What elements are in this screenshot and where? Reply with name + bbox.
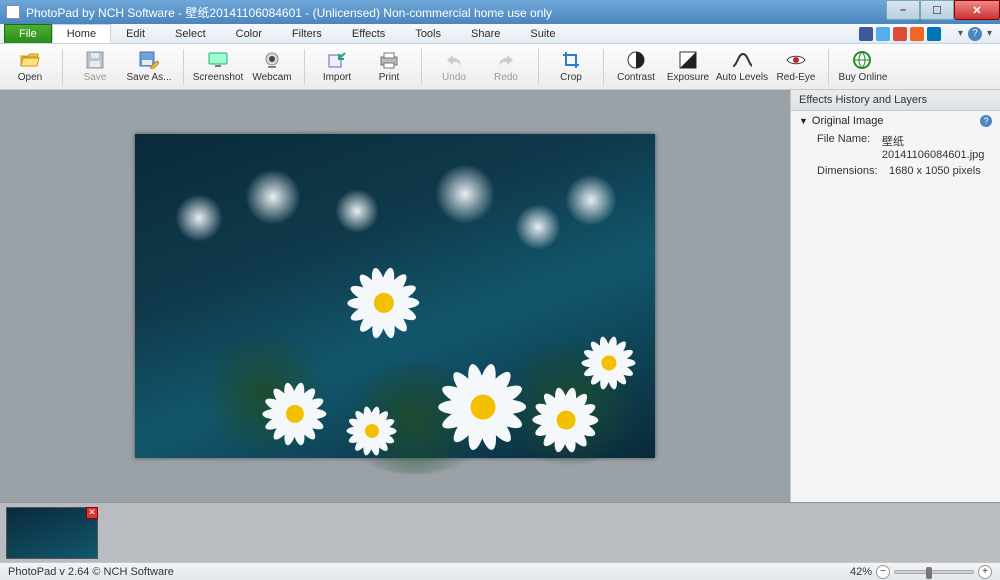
open-button[interactable]: Open [4, 45, 56, 89]
zoom-percent: 42% [850, 566, 872, 578]
help-icon[interactable]: ? [968, 27, 982, 41]
menu-dropdown-icon[interactable]: ▾ [956, 28, 965, 39]
tree-node-original[interactable]: ▼ Original Image ? [791, 111, 1000, 131]
window-titlebar: PhotoPad by NCH Software - 壁纸20141106084… [0, 0, 1000, 24]
printer-icon [379, 50, 399, 70]
webcam-button[interactable]: Webcam [246, 45, 298, 89]
help-dropdown-icon[interactable]: ▾ [985, 28, 994, 39]
crop-label: Crop [560, 72, 582, 83]
buy-online-button[interactable]: Buy Online [835, 45, 891, 89]
window-title: PhotoPad by NCH Software - 壁纸20141106084… [26, 4, 886, 21]
zoom-slider[interactable] [894, 570, 974, 574]
eye-icon [786, 50, 806, 70]
bell-curve-icon [732, 50, 752, 70]
rss-icon[interactable] [910, 27, 924, 41]
status-bar: PhotoPad v 2.64 © NCH Software 42% − + [0, 562, 1000, 580]
window-maximize-button[interactable] [920, 0, 954, 20]
app-icon [6, 5, 20, 19]
floppy-icon [85, 50, 105, 70]
menu-tab-suite[interactable]: Suite [515, 24, 570, 43]
redo-button[interactable]: Redo [480, 45, 532, 89]
zoom-controls: 42% − + [850, 565, 992, 579]
collapse-triangle-icon: ▼ [799, 116, 808, 126]
menu-tab-edit[interactable]: Edit [111, 24, 160, 43]
undo-button[interactable]: Undo [428, 45, 480, 89]
exposure-icon [678, 50, 698, 70]
window-close-button[interactable] [954, 0, 1000, 20]
menu-tab-select[interactable]: Select [160, 24, 221, 43]
auto-levels-label: Auto Levels [716, 72, 768, 83]
side-panel: Effects History and Layers ▼ Original Im… [790, 90, 1000, 502]
print-button[interactable]: Print [363, 45, 415, 89]
webcam-icon [262, 50, 282, 70]
redo-icon [496, 50, 516, 70]
thumbnail-item[interactable]: ✕ [6, 507, 98, 559]
thumbnail-strip: ✕ [0, 502, 1000, 562]
redo-label: Redo [494, 72, 518, 83]
undo-icon [444, 50, 464, 70]
google-plus-icon[interactable] [893, 27, 907, 41]
prop-dimensions: Dimensions: 1680 x 1050 pixels [791, 163, 1000, 179]
globe-cart-icon [853, 50, 873, 70]
crop-button[interactable]: Crop [545, 45, 597, 89]
print-label: Print [379, 72, 400, 83]
contrast-button[interactable]: Contrast [610, 45, 662, 89]
open-label: Open [18, 72, 42, 83]
contrast-label: Contrast [617, 72, 655, 83]
zoom-out-button[interactable]: − [876, 565, 890, 579]
prop-filename-key: File Name: [817, 133, 872, 161]
red-eye-label: Red-Eye [777, 72, 816, 83]
screenshot-label: Screenshot [193, 72, 244, 83]
prop-dimensions-key: Dimensions: [817, 165, 879, 177]
menu-tab-tools[interactable]: Tools [400, 24, 456, 43]
canvas-viewport[interactable] [0, 90, 790, 502]
menu-tab-share[interactable]: Share [456, 24, 515, 43]
twitter-icon[interactable] [876, 27, 890, 41]
save-button[interactable]: Save [69, 45, 121, 89]
auto-levels-button[interactable]: Auto Levels [714, 45, 770, 89]
menu-tab-effects[interactable]: Effects [337, 24, 400, 43]
floppy-pencil-icon [139, 50, 159, 70]
red-eye-button[interactable]: Red-Eye [770, 45, 822, 89]
toolbar: Open Save Save As... Screenshot Webcam I… [0, 44, 1000, 90]
screenshot-button[interactable]: Screenshot [190, 45, 246, 89]
main-area: Effects History and Layers ▼ Original Im… [0, 90, 1000, 502]
import-button[interactable]: Import [311, 45, 363, 89]
zoom-in-button[interactable]: + [978, 565, 992, 579]
prop-dimensions-value: 1680 x 1050 pixels [889, 165, 981, 177]
crop-icon [561, 50, 581, 70]
import-arrow-icon [327, 50, 347, 70]
panel-header: Effects History and Layers [791, 90, 1000, 111]
menu-tab-home[interactable]: Home [52, 24, 111, 43]
save-label: Save [84, 72, 107, 83]
tree-node-label: Original Image [812, 115, 884, 127]
prop-filename-value: 壁纸20141106084601.jpg [882, 133, 992, 161]
image-canvas [135, 134, 655, 458]
contrast-icon [626, 50, 646, 70]
social-icons: ▾ ? ▾ [859, 24, 1000, 43]
folder-open-icon [20, 50, 40, 70]
thumbnail-close-button[interactable]: ✕ [86, 507, 98, 519]
window-minimize-button[interactable] [886, 0, 920, 20]
monitor-icon [208, 50, 228, 70]
save-as-button[interactable]: Save As... [121, 45, 177, 89]
menu-file[interactable]: File [4, 24, 52, 43]
facebook-icon[interactable] [859, 27, 873, 41]
linkedin-icon[interactable] [927, 27, 941, 41]
undo-label: Undo [442, 72, 466, 83]
menu-bar: File Home Edit Select Color Filters Effe… [0, 24, 1000, 44]
buy-online-label: Buy Online [839, 72, 888, 83]
save-as-label: Save As... [126, 72, 171, 83]
exposure-label: Exposure [667, 72, 709, 83]
exposure-button[interactable]: Exposure [662, 45, 714, 89]
webcam-label: Webcam [252, 72, 291, 83]
prop-filename: File Name: 壁纸20141106084601.jpg [791, 131, 1000, 163]
node-help-icon[interactable]: ? [980, 115, 992, 127]
status-text: PhotoPad v 2.64 © NCH Software [8, 566, 174, 578]
import-label: Import [323, 72, 351, 83]
menu-tab-filters[interactable]: Filters [277, 24, 337, 43]
menu-tab-color[interactable]: Color [221, 24, 277, 43]
